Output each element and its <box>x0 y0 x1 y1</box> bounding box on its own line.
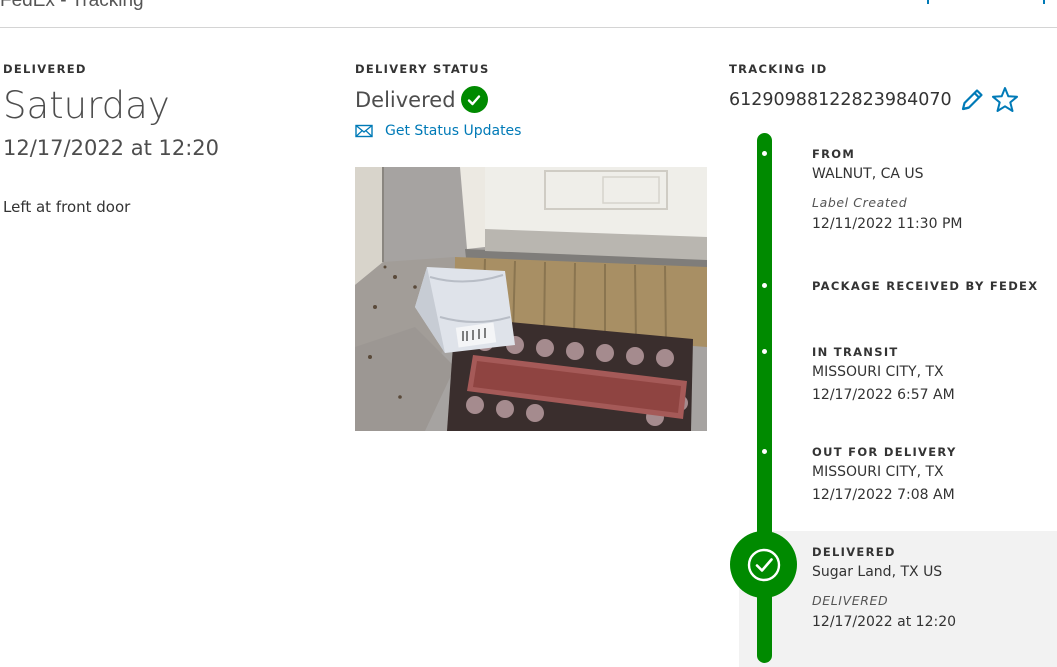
step-time: 12/17/2022 7:08 AM <box>812 487 955 503</box>
delivered-label: DELIVERED <box>3 62 87 76</box>
check-circle-icon <box>460 86 488 113</box>
step-title: IN TRANSIT <box>812 345 899 359</box>
timeline-step-in-transit: IN TRANSIT MISSOURI CITY, TX 12/17/2022 … <box>812 345 955 406</box>
timeline-dot <box>762 449 767 454</box>
header-tick-mark <box>927 0 929 4</box>
proof-of-delivery-photo <box>355 167 707 431</box>
star-outline-icon[interactable] <box>990 85 1020 115</box>
step-location: Sugar Land, TX US <box>812 564 943 580</box>
step-title: OUT FOR DELIVERY <box>812 445 957 459</box>
delivery-status-label: DELIVERY STATUS <box>355 62 490 76</box>
step-location: WALNUT, CA US <box>812 166 924 182</box>
delivery-status: Delivered <box>355 86 488 113</box>
timeline-step-received: PACKAGE RECEIVED BY FEDEX <box>812 279 1038 293</box>
step-title: PACKAGE RECEIVED BY FEDEX <box>812 279 1039 293</box>
page-title: FedEx - Tracking <box>0 0 144 11</box>
step-time: 12/17/2022 6:57 AM <box>812 387 955 403</box>
delivery-note: Left at front door <box>3 198 131 216</box>
delivery-datetime: 12/17/2022 at 12:20 <box>3 136 220 160</box>
step-event-label: DELIVERED <box>812 593 889 608</box>
page-header: FedEx - Tracking <box>0 0 1057 28</box>
get-status-updates-link[interactable]: Get Status Updates <box>355 123 521 139</box>
step-time: 12/17/2022 at 12:20 <box>812 614 957 630</box>
delivery-status-text: Delivered <box>355 87 456 112</box>
tracking-id-label: TRACKING ID <box>729 62 828 76</box>
step-location: MISSOURI CITY, TX <box>812 364 944 380</box>
delivered-check-icon <box>730 531 797 598</box>
timeline-dot <box>762 283 767 288</box>
get-status-updates-label[interactable]: Get Status Updates <box>385 123 521 139</box>
step-event-label: Label Created <box>812 195 908 210</box>
tracking-id-row: 612909881228239840​70 <box>729 85 1020 115</box>
edit-pencil-icon[interactable] <box>958 86 986 114</box>
header-tick-mark <box>1043 0 1045 4</box>
timeline-dot <box>762 349 767 354</box>
timeline-step-from: FROM WALNUT, CA US Label Created 12/11/2… <box>812 147 962 235</box>
delivery-day: Saturday <box>3 84 170 127</box>
step-title: DELIVERED <box>812 545 896 559</box>
mail-icon <box>355 124 373 138</box>
timeline-dot <box>762 151 767 156</box>
timeline-step-out-for-delivery: OUT FOR DELIVERY MISSOURI CITY, TX 12/17… <box>812 445 957 506</box>
step-title: FROM <box>812 147 856 161</box>
tracking-number: 612909881228239840​70 <box>729 90 952 110</box>
step-time: 12/11/2022 11:30 PM <box>812 216 963 232</box>
step-location: MISSOURI CITY, TX <box>812 464 944 480</box>
timeline-step-delivered: DELIVERED Sugar Land, TX US DELIVERED 12… <box>812 545 956 633</box>
